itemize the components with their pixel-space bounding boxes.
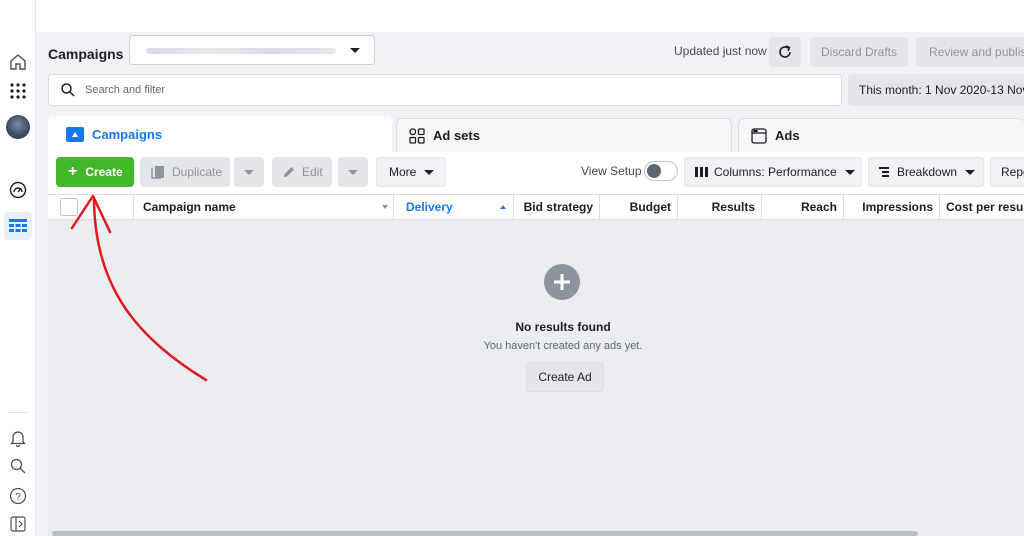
breakdown-label: Breakdown xyxy=(897,165,958,179)
date-range-picker[interactable]: This month: 1 Nov 2020-13 Nov 2020 xyxy=(848,74,1024,106)
view-setup-toggle[interactable] xyxy=(644,161,678,181)
discard-drafts-button[interactable]: Discard Drafts xyxy=(810,37,908,67)
refresh-button[interactable] xyxy=(769,37,801,67)
chevron-down-icon xyxy=(244,169,254,175)
review-and-publish-button[interactable]: Review and publish xyxy=(916,37,1024,67)
breakdown-dropdown[interactable]: Breakdown xyxy=(868,157,984,187)
bell-icon[interactable] xyxy=(8,428,28,448)
sidebar-toggle-icon[interactable] xyxy=(8,514,28,534)
edit-dropdown-button[interactable] xyxy=(338,157,368,187)
more-label: More xyxy=(389,165,417,179)
account-avatar[interactable] xyxy=(6,115,30,139)
tab-ads[interactable]: Ads xyxy=(738,118,1024,152)
empty-state: No results found You haven't created any… xyxy=(48,220,1024,536)
ads-manager-table-icon[interactable] xyxy=(4,212,32,240)
folder-icon xyxy=(66,126,84,142)
updated-status: Updated just now xyxy=(674,44,767,58)
column-label: Delivery xyxy=(406,200,453,214)
chevron-down-icon xyxy=(965,169,976,175)
sort-ascending-icon xyxy=(500,205,506,209)
breakdown-icon xyxy=(879,167,889,177)
duplicate-icon xyxy=(151,166,164,179)
chevron-down-icon xyxy=(350,48,360,53)
select-all-checkbox[interactable] xyxy=(60,198,78,216)
reports-label: Reports xyxy=(1001,165,1024,179)
search-icon xyxy=(61,83,75,97)
home-icon[interactable] xyxy=(8,52,28,72)
tab-campaigns[interactable]: Campaigns xyxy=(48,116,392,152)
empty-state-title: No results found xyxy=(515,320,611,334)
edit-label: Edit xyxy=(302,165,323,179)
view-setup-label: View Setup xyxy=(581,164,642,178)
apps-grid-icon[interactable] xyxy=(8,81,28,101)
column-label: Bid strategy xyxy=(523,200,593,214)
column-header-delivery[interactable]: Delivery xyxy=(394,195,514,219)
edit-button[interactable]: Edit xyxy=(272,157,332,187)
help-icon[interactable]: ? xyxy=(8,486,28,506)
account-name-redacted xyxy=(146,48,336,54)
horizontal-scrollbar[interactable] xyxy=(52,531,918,536)
pencil-icon xyxy=(284,167,294,177)
svg-text:?: ? xyxy=(15,492,21,503)
column-label: Results xyxy=(711,200,755,214)
refresh-icon xyxy=(779,45,791,58)
columns-label: Columns: Performance xyxy=(714,165,837,179)
select-all-cell xyxy=(48,195,134,219)
create-label: Create xyxy=(85,165,123,179)
search-input[interactable] xyxy=(85,84,685,96)
column-header-bid-strategy[interactable]: Bid strategy xyxy=(514,195,600,219)
ad-sets-grid-icon xyxy=(409,127,425,144)
column-header-budget[interactable]: Budget xyxy=(600,195,678,219)
column-header-results[interactable]: Results xyxy=(678,195,762,219)
more-button[interactable]: More xyxy=(376,157,446,187)
add-circle-icon xyxy=(544,264,580,300)
search-filter-bar[interactable] xyxy=(48,74,842,106)
left-navigation-rail: ? xyxy=(0,0,36,536)
tab-ad-sets[interactable]: Ad sets xyxy=(396,118,732,152)
tab-ads-label: Ads xyxy=(775,128,800,143)
duplicate-label: Duplicate xyxy=(172,165,223,179)
table-header: Campaign name Delivery Bid strategy Budg… xyxy=(48,194,1024,220)
duplicate-button[interactable]: Duplicate xyxy=(140,157,230,187)
campaigns-panel: + Create Duplicate Edit More View Setup xyxy=(48,152,1024,536)
tab-campaigns-label: Campaigns xyxy=(92,126,163,142)
create-button[interactable]: + Create xyxy=(56,157,134,187)
tab-ad-sets-label: Ad sets xyxy=(433,128,480,143)
dashboard-gauge-icon[interactable] xyxy=(8,180,28,200)
chevron-down-icon xyxy=(424,169,435,175)
create-ad-button[interactable]: Create Ad xyxy=(526,362,604,392)
sort-icon xyxy=(382,205,388,209)
column-header-reach[interactable]: Reach xyxy=(762,195,844,219)
column-label: Reach xyxy=(800,200,837,214)
ads-manager-main: Campaigns Updated just now Discard Draft… xyxy=(36,32,1024,536)
column-label: Cost per result xyxy=(946,200,1024,214)
duplicate-dropdown-button[interactable] xyxy=(234,157,264,187)
columns-dropdown[interactable]: Columns: Performance xyxy=(684,157,862,187)
column-label: Campaign name xyxy=(143,200,236,214)
ad-account-dropdown[interactable] xyxy=(129,35,375,65)
empty-state-subtitle: You haven't created any ads yet. xyxy=(483,340,643,352)
toggle-knob xyxy=(647,164,661,178)
plus-icon: + xyxy=(68,163,78,180)
column-header-impressions[interactable]: Impressions xyxy=(844,195,940,219)
column-label: Budget xyxy=(629,200,671,214)
chevron-down-icon xyxy=(348,169,358,175)
level-tabs: Campaigns Ad sets Ads xyxy=(48,116,1024,152)
columns-icon xyxy=(695,167,708,177)
column-header-campaign-name[interactable]: Campaign name xyxy=(134,195,394,219)
chevron-down-icon xyxy=(844,169,855,175)
search-icon[interactable] xyxy=(8,456,28,476)
page-title: Campaigns xyxy=(48,46,124,62)
ads-window-icon xyxy=(751,127,767,144)
column-label: Impressions xyxy=(862,200,933,214)
table-toolbar: + Create Duplicate Edit More View Setup xyxy=(48,152,1024,194)
rail-divider xyxy=(8,412,28,413)
column-header-cost-per-result[interactable]: Cost per result xyxy=(940,195,1024,219)
reports-dropdown[interactable]: Reports xyxy=(990,157,1024,187)
